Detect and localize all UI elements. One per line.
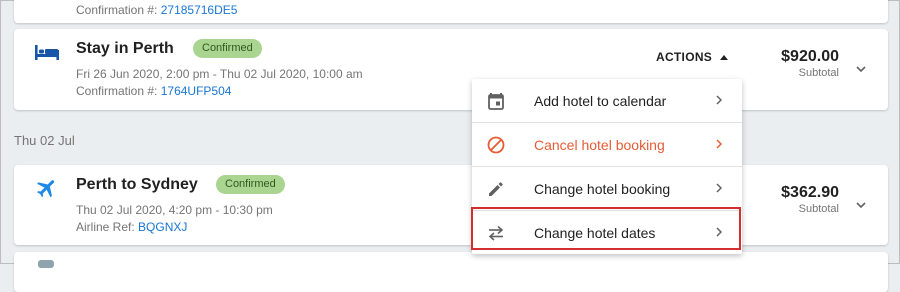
caret-up-icon[interactable] xyxy=(720,55,728,60)
menu-item-add-to-calendar[interactable]: Add hotel to calendar xyxy=(472,79,742,123)
confirmation-line: Confirmation #: 1764UFP504 xyxy=(76,84,231,98)
confirmation-label: Confirmation #: xyxy=(76,84,158,98)
menu-item-label: Cancel hotel booking xyxy=(534,137,665,153)
flight-booking-card[interactable]: Perth to Sydney Confirmed Thu 02 Jul 202… xyxy=(14,165,888,245)
menu-item-cancel-hotel[interactable]: Cancel hotel booking xyxy=(472,123,742,167)
bed-icon xyxy=(35,45,59,60)
menu-item-label: Change hotel booking xyxy=(534,181,671,197)
chevron-right-icon xyxy=(716,95,722,105)
price-caption: Subtotal xyxy=(798,67,839,79)
flight-price: $362.90 xyxy=(781,184,839,201)
actions-menu: Add hotel to calendar Cancel hotel booki… xyxy=(472,79,742,254)
next-booking-card[interactable] xyxy=(14,252,888,292)
airline-ref-label: Airline Ref: xyxy=(76,220,135,234)
pencil-icon xyxy=(489,182,503,196)
chevron-right-icon xyxy=(716,227,722,237)
previous-booking-card: Confirmation #: 27185716DE5 xyxy=(14,0,888,23)
confirmation-ref-link[interactable]: 27185716DE5 xyxy=(161,3,238,17)
flight-title: Perth to Sydney xyxy=(76,176,198,193)
confirmation-label: Confirmation #: xyxy=(76,3,158,17)
chevron-right-icon xyxy=(716,183,722,193)
chevron-down-icon[interactable] xyxy=(856,202,866,209)
car-icon xyxy=(38,260,54,268)
date-header: Thu 02 Jul xyxy=(14,133,75,148)
actions-button[interactable]: ACTIONS xyxy=(656,50,712,64)
airline-ref-link[interactable]: BQGNXJ xyxy=(138,220,187,234)
swap-arrows-icon xyxy=(488,225,504,241)
hotel-dates: Fri 26 Jun 2020, 2:00 pm - Thu 02 Jul 20… xyxy=(76,67,363,81)
hotel-price: $920.00 xyxy=(781,48,839,65)
airline-ref-line: Airline Ref: BQGNXJ xyxy=(76,220,187,234)
calendar-icon xyxy=(488,93,504,110)
chevron-right-icon xyxy=(716,139,722,149)
airplane-icon xyxy=(37,180,55,198)
menu-item-change-booking[interactable]: Change hotel booking xyxy=(472,167,742,211)
price-caption: Subtotal xyxy=(798,203,839,215)
flight-times: Thu 02 Jul 2020, 4:20 pm - 10:30 pm xyxy=(76,203,273,217)
status-badge: Confirmed xyxy=(216,175,285,194)
menu-item-label: Change hotel dates xyxy=(534,225,656,241)
confirmation-line: Confirmation #: 27185716DE5 xyxy=(76,3,237,17)
confirmation-ref-link[interactable]: 1764UFP504 xyxy=(161,84,232,98)
hotel-booking-card[interactable]: Stay in Perth Confirmed Fri 26 Jun 2020,… xyxy=(14,29,888,110)
menu-item-label: Add hotel to calendar xyxy=(534,93,667,109)
cancel-icon xyxy=(487,136,505,154)
hotel-title: Stay in Perth xyxy=(76,40,174,57)
chevron-down-icon[interactable] xyxy=(856,66,866,73)
status-badge: Confirmed xyxy=(193,39,262,58)
menu-item-change-dates[interactable]: Change hotel dates xyxy=(472,211,742,254)
